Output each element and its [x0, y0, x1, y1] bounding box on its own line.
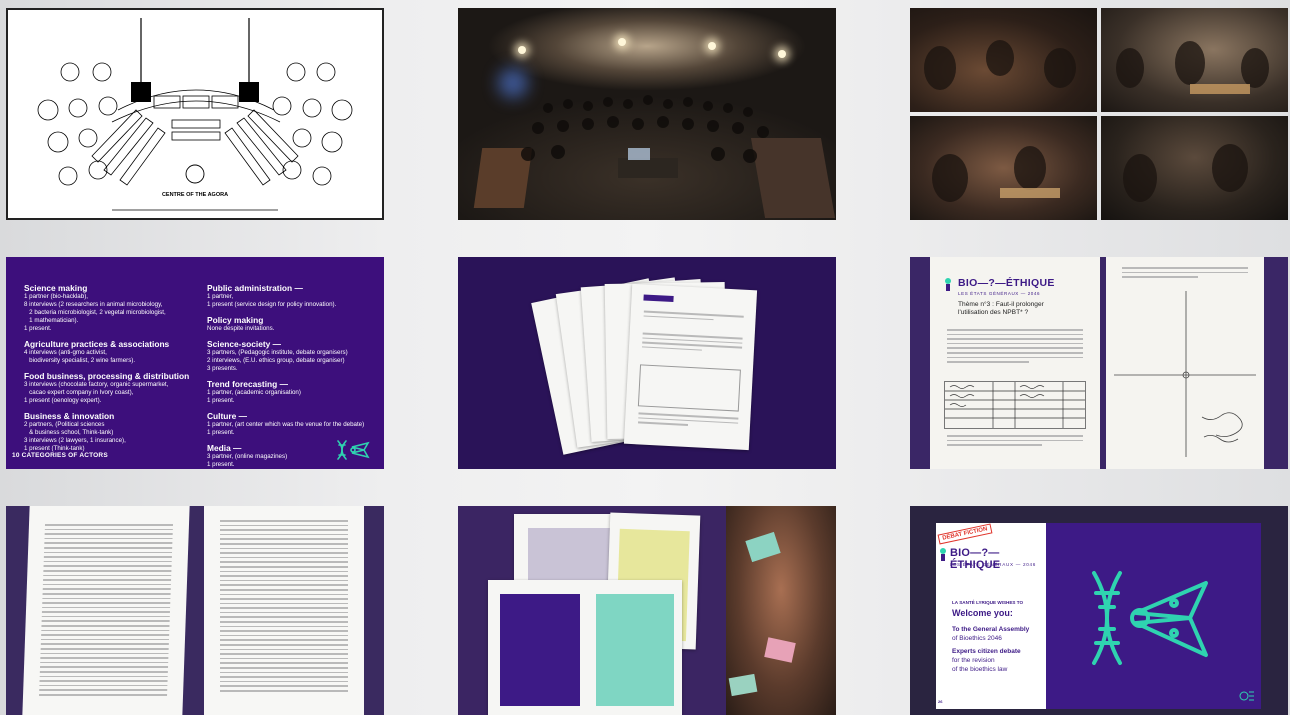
theme-line: l'utilisation des NPBT* ?	[958, 309, 1029, 316]
dna-scissors-illustration-icon	[1092, 571, 1208, 665]
dna-scissors-logo-icon	[337, 440, 370, 460]
category-line: 3 interviews (2 lawyers, 1 insurance),	[24, 437, 126, 444]
welcome-slide-canvas: DÉBAT FICTION BIO—?—ÉTHIQUE LES ÉTATS GÉ…	[936, 523, 1261, 709]
filled-questionnaire-photo: BIO—?—ÉTHIQUE LES ÉTATS GÉNÉRAUX — 2046 …	[910, 257, 1288, 469]
booklet-in-hand	[728, 673, 758, 697]
booklets-on-table-photo	[458, 506, 836, 715]
page-number: 26	[938, 699, 943, 704]
questionnaire-page-left: BIO—?—ÉTHIQUE LES ÉTATS GÉNÉRAUX — 2046 …	[930, 257, 1100, 469]
collage-figures	[924, 40, 1269, 202]
assembly-line-2: of Bioethics 2046	[952, 635, 1002, 642]
actor-category: Culture — 1 partner, (art center which w…	[207, 411, 379, 437]
actor-category: Trend forecasting — 1 partner, (academic…	[207, 379, 379, 405]
category-title: Culture —	[207, 411, 248, 421]
category-title: Business & innovation	[24, 411, 115, 421]
category-line: 1 partner,	[207, 293, 234, 300]
welcome-heading: Welcome you:	[952, 608, 1013, 618]
category-title: Science making	[24, 283, 88, 293]
category-line: 4 interviews (anti-gmo activist,	[24, 349, 107, 356]
questionnaire-brand: BIO—?—ÉTHIQUE	[958, 277, 1055, 289]
handwriting-scribbles	[945, 382, 1085, 428]
category-line: 1 present (oenology expert).	[24, 397, 102, 404]
experts-line: Experts citizen debate	[952, 648, 1021, 655]
diagram-caption: CENTRE OF THE AGORA	[162, 192, 228, 198]
category-line: cacao expert company in Ivory coast),	[24, 389, 134, 396]
questionnaire-subtitle: LES ÉTATS GÉNÉRAUX — 2046	[958, 291, 1041, 296]
category-line: 2 bacteria microbiologist, 2 vegetal mic…	[24, 309, 166, 316]
category-line: & business school, Think-tank)	[24, 429, 114, 436]
questionnaire-theme: Thème n°3 : Faut-il prolonger l'utilisat…	[958, 301, 1044, 317]
category-title: Agriculture practices & associations	[24, 339, 170, 349]
welcome-brand: BIO—?—ÉTHIQUE	[950, 547, 1001, 571]
debate-audience-photo	[458, 8, 836, 220]
category-title: Trend forecasting —	[207, 379, 288, 389]
welcome-card: DÉBAT FICTION BIO—?—ÉTHIQUE LES ÉTATS GÉ…	[936, 523, 1046, 709]
participants-reading-photo	[726, 506, 836, 715]
document-spread-photo	[6, 506, 384, 715]
category-line: 1 present.	[207, 397, 235, 404]
actor-category: Public administration — 1 partner, 1 pre…	[207, 283, 379, 309]
questionnaire-page-right	[1106, 257, 1264, 469]
assembly-line: To the General Assembly	[952, 626, 1030, 633]
category-line: 1 present (service design for policy inn…	[207, 301, 337, 308]
category-line: 1 partner, (academic organisation)	[207, 389, 301, 396]
bio-ethique-logo-icon	[945, 278, 951, 291]
actor-category: Science making 1 partner (bio-hacklab), …	[24, 283, 199, 333]
document-page-right	[204, 506, 364, 715]
category-line: 8 interviews (2 researchers in animal mi…	[24, 301, 163, 308]
cover-color-block	[596, 594, 674, 706]
category-line: 1 mathematician).	[24, 317, 79, 324]
actor-category: Policy making None despite invitations.	[207, 315, 379, 333]
category-title: Public administration —	[207, 283, 303, 293]
welcome-subtitle: LES ÉTATS GÉNÉRAUX — 2046	[950, 562, 1037, 567]
welcome-kicker: LA SANTÉ LYRIQUE WISHES TO	[952, 600, 1024, 605]
actor-category: Business & innovation 2 partners, (Polit…	[24, 411, 199, 453]
category-line: 1 present.	[24, 325, 52, 332]
category-line: 1 partner, (art center which was the ven…	[207, 421, 365, 428]
category-line: 2 partners, (Political sciences	[24, 421, 105, 428]
category-line: 1 present.	[207, 429, 235, 436]
debate-booklets-photo	[458, 257, 836, 469]
answer-table	[944, 381, 1086, 429]
category-title: Food business, processing & distribution	[24, 371, 190, 381]
slide-footer: 10 CATEGORIES OF ACTORS	[12, 452, 108, 459]
open-booklet	[488, 580, 682, 715]
category-line: 3 interviews (chocolate factory, organic…	[24, 381, 169, 388]
crowd-silhouettes	[521, 95, 769, 178]
category-line: 1 partner (bio-hacklab),	[24, 293, 88, 300]
actor-category: Science-society — 3 partners, (Pedagogic…	[207, 339, 379, 373]
category-line: None despite invitations.	[207, 325, 275, 332]
actors-categories-slide: Science making 1 partner (bio-hacklab), …	[6, 257, 384, 469]
theme-line: Thème n°3 : Faut-il prolonger	[958, 301, 1044, 308]
booklet-table	[637, 364, 741, 412]
booklet-in-hand	[764, 637, 796, 663]
agora-diagram-slide: CENTRE OF THE AGORA	[6, 8, 384, 220]
actor-category: Food business, processing & distribution…	[24, 371, 199, 405]
booklet-front-page	[623, 283, 758, 451]
actors-column-left: Science making 1 partner (bio-hacklab), …	[24, 283, 199, 459]
debat-fiction-stamp: DÉBAT FICTION	[937, 523, 993, 545]
category-title: Science-society —	[207, 339, 282, 349]
law-line: of the bioethics law	[952, 666, 1008, 673]
category-title: Policy making	[207, 315, 264, 325]
category-line: biodiversity specialist, 2 wine farmers)…	[24, 357, 136, 364]
agora-seating-diagram: CENTRE OF THE AGORA	[37, 18, 353, 211]
bio-ethique-logo-icon	[940, 548, 946, 561]
revision-line: for the revision	[952, 657, 995, 664]
category-line: 1 present.	[207, 461, 235, 468]
booklet-brand-bar	[643, 294, 674, 303]
booklet-in-hand	[745, 531, 781, 563]
axis-chart-sketch	[1114, 291, 1256, 457]
participants-photo-collage	[910, 8, 1288, 220]
welcome-slide: DÉBAT FICTION BIO—?—ÉTHIQUE LES ÉTATS GÉ…	[910, 506, 1288, 715]
cover-color-block	[500, 594, 580, 706]
document-page-left	[22, 506, 190, 715]
category-line: 3 partners, (Pedagogic institute, debate…	[207, 349, 348, 356]
actor-category: Agriculture practices & associations 4 i…	[24, 339, 199, 365]
category-line: 3 presents.	[207, 365, 238, 372]
la-sante-lyrique-logo-icon	[1239, 691, 1254, 701]
category-line: 2 interviews, (E.U. ethics group, debate…	[207, 357, 345, 364]
